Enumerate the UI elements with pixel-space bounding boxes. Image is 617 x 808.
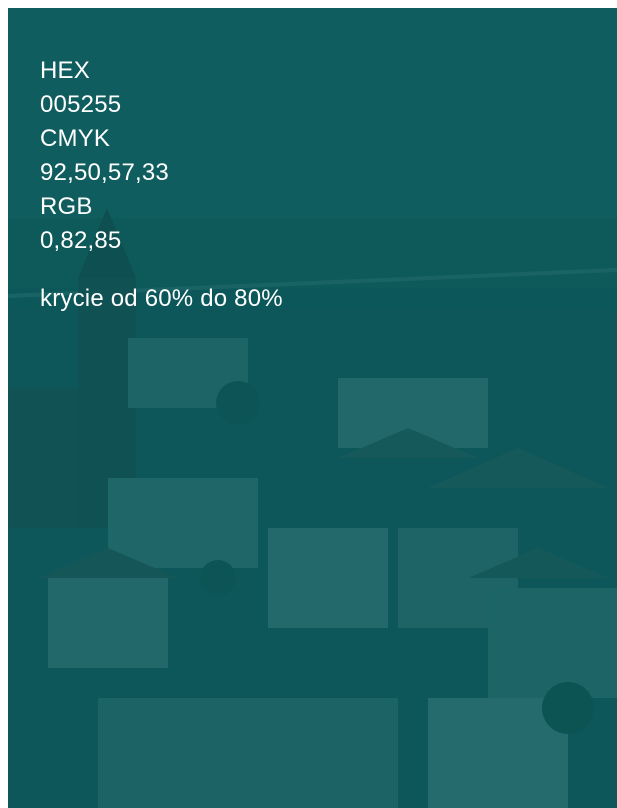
hex-value: 005255 [40, 91, 122, 118]
color-swatch-card: HEX 005255 CMYK 92,50,57,33 RGB 0,82,85 … [8, 8, 617, 808]
opacity-note: krycie od 60% do 80% [40, 285, 283, 312]
rgb-value: 0,82,85 [40, 227, 122, 254]
color-specification: HEX 005255 CMYK 92,50,57,33 RGB 0,82,85 … [40, 54, 283, 316]
hex-label: HEX [40, 57, 90, 84]
rgb-label: RGB [40, 193, 93, 220]
cmyk-label: CMYK [40, 125, 111, 152]
cmyk-value: 92,50,57,33 [40, 159, 169, 186]
